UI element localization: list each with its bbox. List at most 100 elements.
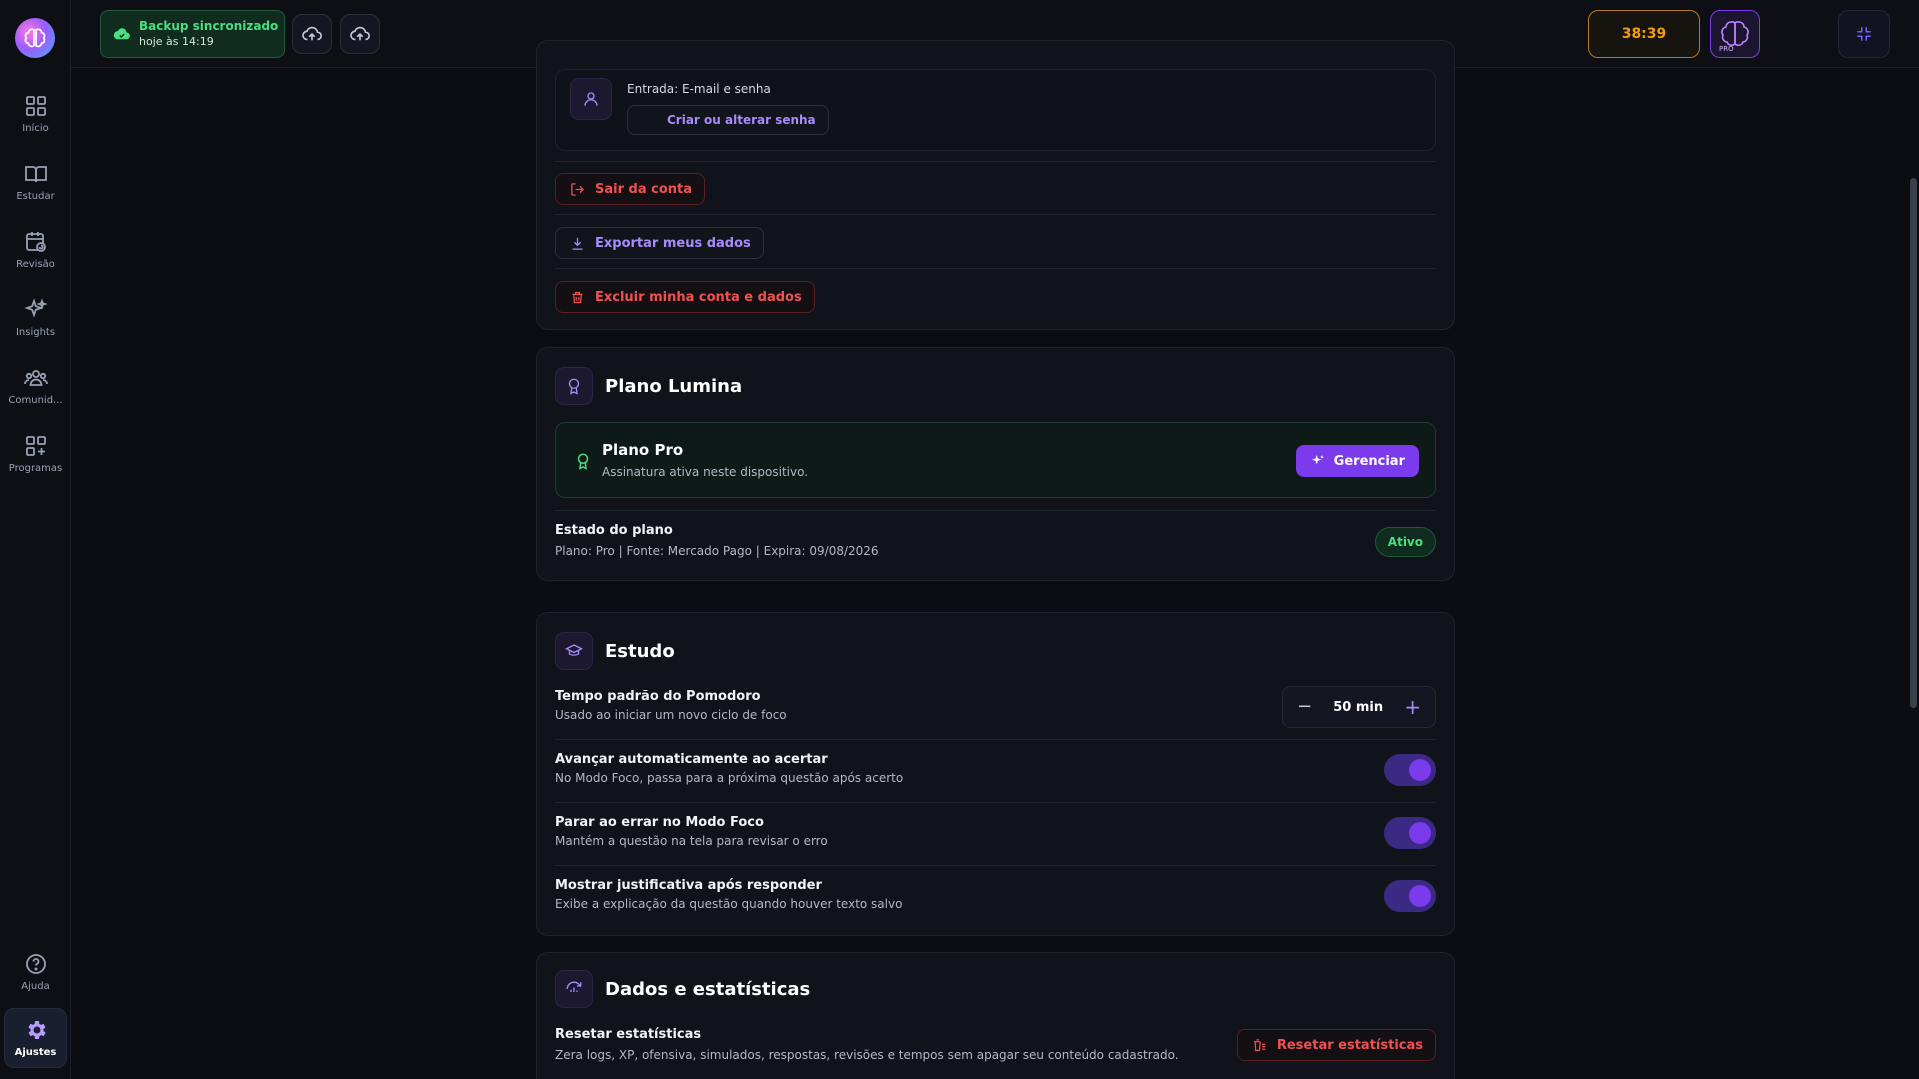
pomodoro-setting: Tempo padrão do Pomodoro Usado ao inicia…: [555, 689, 787, 722]
scrollbar-thumb[interactable]: [1910, 178, 1917, 708]
divider: [555, 214, 1436, 215]
user-icon: [584, 92, 598, 106]
award-badge-icon: [577, 453, 589, 470]
sidebar-item-label: Revisão: [16, 259, 55, 270]
backup-time: hoje às 14:19: [139, 35, 214, 48]
login-method-text: Entrada: E-mail e senha: [627, 82, 771, 96]
plan-pro-box: Plano Pro Assinatura ativa neste disposi…: [555, 422, 1436, 498]
sidebar-item-estudar[interactable]: Estudar: [4, 152, 67, 212]
cloud-download-button[interactable]: [340, 14, 380, 54]
pomodoro-value: 50 min: [1333, 699, 1384, 715]
sidebar-item-ajuda[interactable]: Ajuda: [4, 942, 67, 1002]
delete-account-button[interactable]: Excluir minha conta e dados: [555, 281, 815, 313]
calendar-refresh-icon: [25, 232, 46, 252]
decrement-button[interactable]: −: [1297, 698, 1312, 716]
user-icon-box: [570, 78, 612, 120]
show-justification-description: Exibe a explicação da questão quando hou…: [555, 897, 903, 911]
logout-button[interactable]: Sair da conta: [555, 173, 706, 205]
show-justification-setting: Mostrar justificativa após responder Exi…: [555, 878, 902, 911]
pro-avatar[interactable]: PRO: [1710, 10, 1760, 58]
reset-stats-setting: Resetar estatísticas Zera logs, XP, ofen…: [555, 1027, 1179, 1062]
sidebar-item-programas[interactable]: Programas: [4, 424, 67, 484]
sidebar-item-label: Insights: [15, 327, 56, 338]
login-method-box: Entrada: E-mail e senha Criar ou alterar…: [555, 69, 1436, 151]
sidebar-item-insights[interactable]: Insights: [4, 288, 67, 348]
app-logo[interactable]: [15, 18, 55, 58]
sidebar-item-label: Início: [22, 123, 49, 134]
account-card: Entrada: E-mail e senha Criar ou alterar…: [536, 40, 1455, 330]
sidebar-item-label: Comunid...: [8, 395, 63, 406]
dots-icon: [644, 119, 655, 121]
trash-icon: [572, 291, 583, 303]
auto-advance-toggle[interactable]: [1384, 754, 1436, 786]
collapse-button[interactable]: [1838, 10, 1890, 58]
show-justification-title: Mostrar justificativa após responder: [555, 878, 822, 893]
download-icon: [572, 237, 583, 250]
trash-list-icon: [1253, 1038, 1265, 1051]
show-justification-toggle[interactable]: [1384, 880, 1436, 912]
stop-on-error-toggle[interactable]: [1384, 817, 1436, 849]
change-password-button[interactable]: Criar ou alterar senha: [627, 105, 829, 135]
plan-section-title: Plano Lumina: [605, 375, 743, 397]
manage-plan-button[interactable]: Gerenciar: [1295, 445, 1419, 477]
toggle-knob: [1409, 822, 1431, 844]
grid-plus-icon: [25, 436, 46, 456]
stop-on-error-description: Mantém a questão na tela para revisar o …: [555, 834, 828, 848]
plan-state-row: Estado do plano Plano: Pro | Fonte: Merc…: [555, 523, 879, 558]
minimize-icon: [1857, 27, 1871, 41]
backup-title: Backup sincronizado: [139, 19, 279, 33]
award-icon: [568, 378, 580, 395]
auto-advance-description: No Modo Foco, passa para a próxima quest…: [555, 771, 904, 785]
sidebar: Início Estudar Revisão Insights Comunid.…: [0, 0, 71, 1079]
backup-status[interactable]: Backup sincronizado hoje às 14:19: [100, 10, 285, 58]
study-section-title: Estudo: [605, 640, 675, 662]
divider: [555, 865, 1436, 866]
pro-badge: PRO: [1719, 45, 1734, 53]
cloud-upload-button[interactable]: [292, 14, 332, 54]
export-data-button[interactable]: Exportar meus dados: [555, 227, 764, 259]
book-open-icon: [24, 166, 47, 183]
brain-icon: [24, 28, 46, 48]
cloud-upload-icon: [302, 26, 322, 41]
toggle-knob: [1409, 885, 1431, 907]
stop-on-error-setting: Parar ao errar no Modo Foco Mantém a que…: [555, 815, 828, 848]
sparkles-icon: [23, 298, 48, 318]
brain-pro-icon: PRO: [1719, 21, 1749, 53]
plan-status-badge: Ativo: [1374, 527, 1436, 557]
study-section-icon-box: [555, 632, 593, 670]
data-stats-card-header: Dados e estatísticas: [555, 970, 810, 1008]
sidebar-item-revisao[interactable]: Revisão: [4, 220, 67, 280]
sidebar-item-comunidade[interactable]: Comunid...: [4, 356, 67, 416]
plan-state-title: Estado do plano: [555, 523, 673, 538]
divider: [555, 802, 1436, 803]
sidebar-item-label: Ajuda: [21, 981, 50, 992]
divider: [555, 739, 1436, 740]
timer-value: 38:39: [1621, 26, 1667, 42]
reset-stats-button[interactable]: Resetar estatísticas: [1236, 1029, 1436, 1061]
sidebar-item-ajustes[interactable]: Ajustes: [4, 1008, 67, 1068]
help-circle-icon: [25, 954, 46, 974]
sidebar-item-label: Programas: [8, 463, 63, 474]
divider: [555, 510, 1436, 511]
reset-stats-title: Resetar estatísticas: [555, 1027, 702, 1042]
toggle-knob: [1409, 759, 1431, 781]
pomodoro-title: Tempo padrão do Pomodoro: [555, 689, 761, 704]
cloud-sync-icon: [350, 26, 370, 41]
study-card: Estudo Tempo padrão do Pomodoro Usado ao…: [536, 612, 1455, 936]
sparkles-icon: [1311, 455, 1324, 465]
increment-button[interactable]: +: [1404, 697, 1421, 717]
auto-advance-setting: Avançar automaticamente ao acertar No Mo…: [555, 752, 903, 785]
data-stats-section-title: Dados e estatísticas: [605, 978, 811, 1000]
data-stats-card: Dados e estatísticas Resetar estatística…: [536, 952, 1455, 1079]
log-out-icon: [571, 182, 585, 196]
grid-icon: [25, 96, 46, 116]
sidebar-item-inicio[interactable]: Início: [4, 84, 67, 144]
plan-state-detail: Plano: Pro | Fonte: Mercado Pago | Expir…: [555, 544, 879, 558]
auto-advance-title: Avançar automaticamente ao acertar: [555, 752, 828, 767]
pomodoro-description: Usado ao iniciar um novo ciclo de foco: [555, 708, 787, 722]
pomodoro-timer[interactable]: 38:39: [1588, 10, 1700, 58]
plan-card-header: Plano Lumina: [555, 367, 742, 405]
pomodoro-stepper: − 50 min +: [1282, 686, 1436, 728]
sidebar-item-label: Estudar: [16, 191, 55, 202]
stop-on-error-title: Parar ao errar no Modo Foco: [555, 815, 764, 830]
